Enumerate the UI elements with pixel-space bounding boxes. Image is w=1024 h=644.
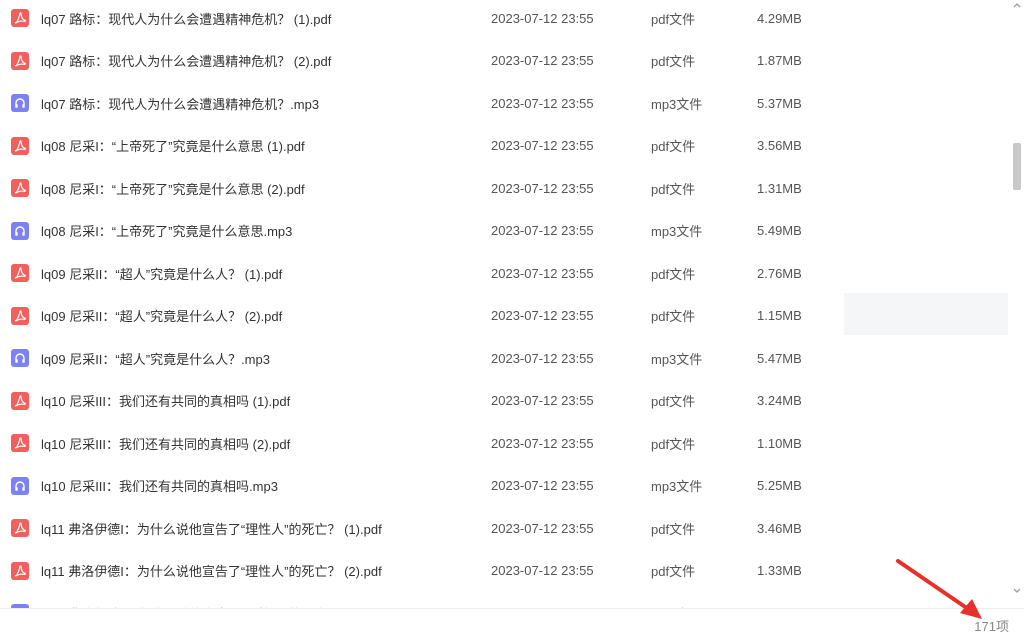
- file-row[interactable]: lq08 尼采I：“上帝死了”究竟是什么意思.mp3 2023-07-12 23:…: [0, 210, 1008, 252]
- file-name: lq07 路标：现代人为什么会遭遇精神危机？ (2).pdf: [41, 54, 332, 69]
- scroll-down-arrow-icon[interactable]: [1011, 586, 1023, 596]
- file-date: 2023-07-12 23:55: [491, 265, 594, 281]
- file-name: lq07 路标：现代人为什么会遭遇精神危机？.mp3: [41, 96, 320, 112]
- file-name: lq09 尼采II：“超人”究竟是什么人？ (1).pdf: [41, 266, 283, 282]
- file-row[interactable]: lq08 尼采I：“上帝死了”究竟是什么意思 (2).pdf 2023-07-12…: [0, 167, 1008, 209]
- pdf-icon: [11, 306, 29, 325]
- file-type: pdf文件: [651, 139, 696, 154]
- file-type: pdf文件: [651, 181, 696, 197]
- file-row[interactable]: lq07 路标：现代人为什么会遭遇精神危机？ (1).pdf 2023-07-12…: [0, 0, 1008, 39]
- file-name: lq08 尼采I：“上帝死了”究竟是什么意思 (1).pdf: [41, 139, 305, 154]
- headphones-icon: [11, 476, 29, 495]
- file-row[interactable]: lq07 路标：现代人为什么会遭遇精神危机？.mp3 2023-07-12 23:…: [0, 82, 1008, 124]
- pdf-icon: [11, 179, 29, 197]
- file-type: pdf文件: [651, 266, 696, 282]
- file-size: 1.15MB: [757, 308, 802, 323]
- file-name: lq07 路标：现代人为什么会遭遇精神危机？ (1).pdf: [41, 11, 332, 27]
- scrollbar-thumb[interactable]: [1013, 143, 1021, 190]
- file-name: lq09 尼采II：“超人”究竟是什么人？ (2).pdf: [41, 309, 283, 324]
- status-bar: [0, 608, 1024, 644]
- pdf-icon: [11, 51, 29, 70]
- file-date: 2023-07-12 23:55: [491, 308, 594, 323]
- file-size: 1.33MB: [757, 563, 802, 578]
- file-type: mp3文件: [651, 479, 703, 494]
- file-date: 2023-07-12 23:55: [491, 10, 594, 26]
- file-row[interactable]: lq09 尼采II：“超人”究竟是什么人？ (2).pdf 2023-07-12 …: [0, 295, 1008, 337]
- red-annotation-arrow: [896, 559, 982, 619]
- file-date: 2023-07-12 23:55: [491, 435, 594, 451]
- file-type: pdf文件: [651, 54, 696, 69]
- file-date: 2023-07-12 23:55: [491, 180, 594, 196]
- file-size: 2.76MB: [757, 265, 802, 281]
- file-size: 1.10MB: [757, 435, 802, 451]
- file-date: 2023-07-12 23:55: [491, 393, 594, 408]
- file-row[interactable]: lq10 尼采III：我们还有共同的真相吗 (2).pdf 2023-07-12 …: [0, 422, 1008, 464]
- file-type: pdf文件: [651, 309, 696, 324]
- file-row[interactable]: lq09 尼采II：“超人”究竟是什么人？ (1).pdf 2023-07-12 …: [0, 252, 1008, 294]
- file-name: lq11 弗洛伊德I：为什么说他宣告了“理性人”的死亡？ (1).pdf: [41, 521, 382, 537]
- headphones-icon: [11, 221, 29, 240]
- headphones-icon: [11, 349, 29, 367]
- file-name: lq10 尼采III：我们还有共同的真相吗 (2).pdf: [41, 436, 291, 452]
- pdf-icon: [11, 519, 29, 537]
- file-row[interactable]: lq10 尼采III：我们还有共同的真相吗 (1).pdf 2023-07-12 …: [0, 380, 1008, 422]
- file-type: pdf文件: [651, 436, 696, 452]
- file-row[interactable]: lq07 路标：现代人为什么会遭遇精神危机？ (2).pdf 2023-07-12…: [0, 40, 1008, 82]
- file-row[interactable]: lq11 弗洛伊德I：为什么说他宣告了“理性人”的死亡？ (2).pdf 2023…: [0, 550, 1008, 592]
- scroll-up-arrow-icon[interactable]: [1011, 0, 1023, 10]
- headphones-icon: [11, 94, 29, 112]
- file-size: 1.31MB: [757, 180, 802, 196]
- file-date: 2023-07-12 23:55: [491, 563, 594, 578]
- pdf-icon: [11, 561, 29, 580]
- pdf-icon: [11, 136, 29, 155]
- pdf-icon: [11, 434, 29, 452]
- file-type: pdf文件: [651, 394, 696, 409]
- file-type: mp3文件: [651, 96, 703, 112]
- file-name: lq08 尼采I：“上帝死了”究竟是什么意思 (2).pdf: [41, 181, 305, 197]
- file-date: 2023-07-12 23:55: [491, 223, 594, 238]
- file-size: 5.37MB: [757, 95, 802, 111]
- file-date: 2023-07-12 23:55: [491, 350, 594, 366]
- file-date: 2023-07-12 23:55: [491, 53, 594, 68]
- file-size: 3.56MB: [757, 138, 802, 153]
- file-list: lq07 路标：现代人为什么会遭遇精神危机？ (1).pdf 2023-07-12…: [0, 0, 1008, 608]
- file-name: lq11 弗洛伊德I：为什么说他宣告了“理性人”的死亡？ (2).pdf: [41, 564, 382, 579]
- file-name: lq10 尼采III：我们还有共同的真相吗 (1).pdf: [41, 394, 291, 409]
- pdf-icon: [11, 264, 29, 282]
- file-row[interactable]: lq09 尼采II：“超人”究竟是什么人？.mp3 2023-07-12 23:5…: [0, 337, 1008, 379]
- file-size: 5.49MB: [757, 223, 802, 238]
- file-size: 4.29MB: [757, 10, 802, 26]
- file-date: 2023-07-12 23:55: [491, 520, 594, 536]
- file-row[interactable]: lq10 尼采III：我们还有共同的真相吗.mp3 2023-07-12 23:5…: [0, 465, 1008, 507]
- file-type: mp3文件: [651, 351, 703, 367]
- file-type: pdf文件: [651, 521, 696, 537]
- file-size: 1.87MB: [757, 53, 802, 68]
- file-size: 5.47MB: [757, 350, 802, 366]
- file-date: 2023-07-12 23:55: [491, 478, 594, 493]
- file-date: 2023-07-12 23:55: [491, 138, 594, 153]
- file-row[interactable]: lq11 弗洛伊德I：为什么说他宣告了“理性人”的死亡？ (1).pdf 2023…: [0, 507, 1008, 549]
- file-name: lq08 尼采I：“上帝死了”究竟是什么意思.mp3: [41, 224, 293, 239]
- file-row[interactable]: lq08 尼采I：“上帝死了”究竟是什么意思 (1).pdf 2023-07-12…: [0, 125, 1008, 167]
- vertical-scrollbar[interactable]: [1010, 0, 1024, 608]
- pdf-icon: [11, 9, 29, 27]
- file-type: mp3文件: [651, 224, 703, 239]
- file-size: 3.46MB: [757, 520, 802, 536]
- file-date: 2023-07-12 23:55: [491, 95, 594, 111]
- file-row[interactable]: lq11 弗洛伊德I：为什么说他宣告了“理性人”的死亡？.mp32023-07-…: [0, 592, 1008, 608]
- file-type: pdf文件: [651, 11, 696, 27]
- file-name: lq10 尼采III：我们还有共同的真相吗.mp3: [41, 479, 278, 494]
- pdf-icon: [11, 391, 29, 410]
- file-size: 5.25MB: [757, 478, 802, 493]
- file-type: pdf文件: [651, 564, 696, 579]
- file-size: 3.24MB: [757, 393, 802, 408]
- file-name: lq09 尼采II：“超人”究竟是什么人？.mp3: [41, 351, 270, 367]
